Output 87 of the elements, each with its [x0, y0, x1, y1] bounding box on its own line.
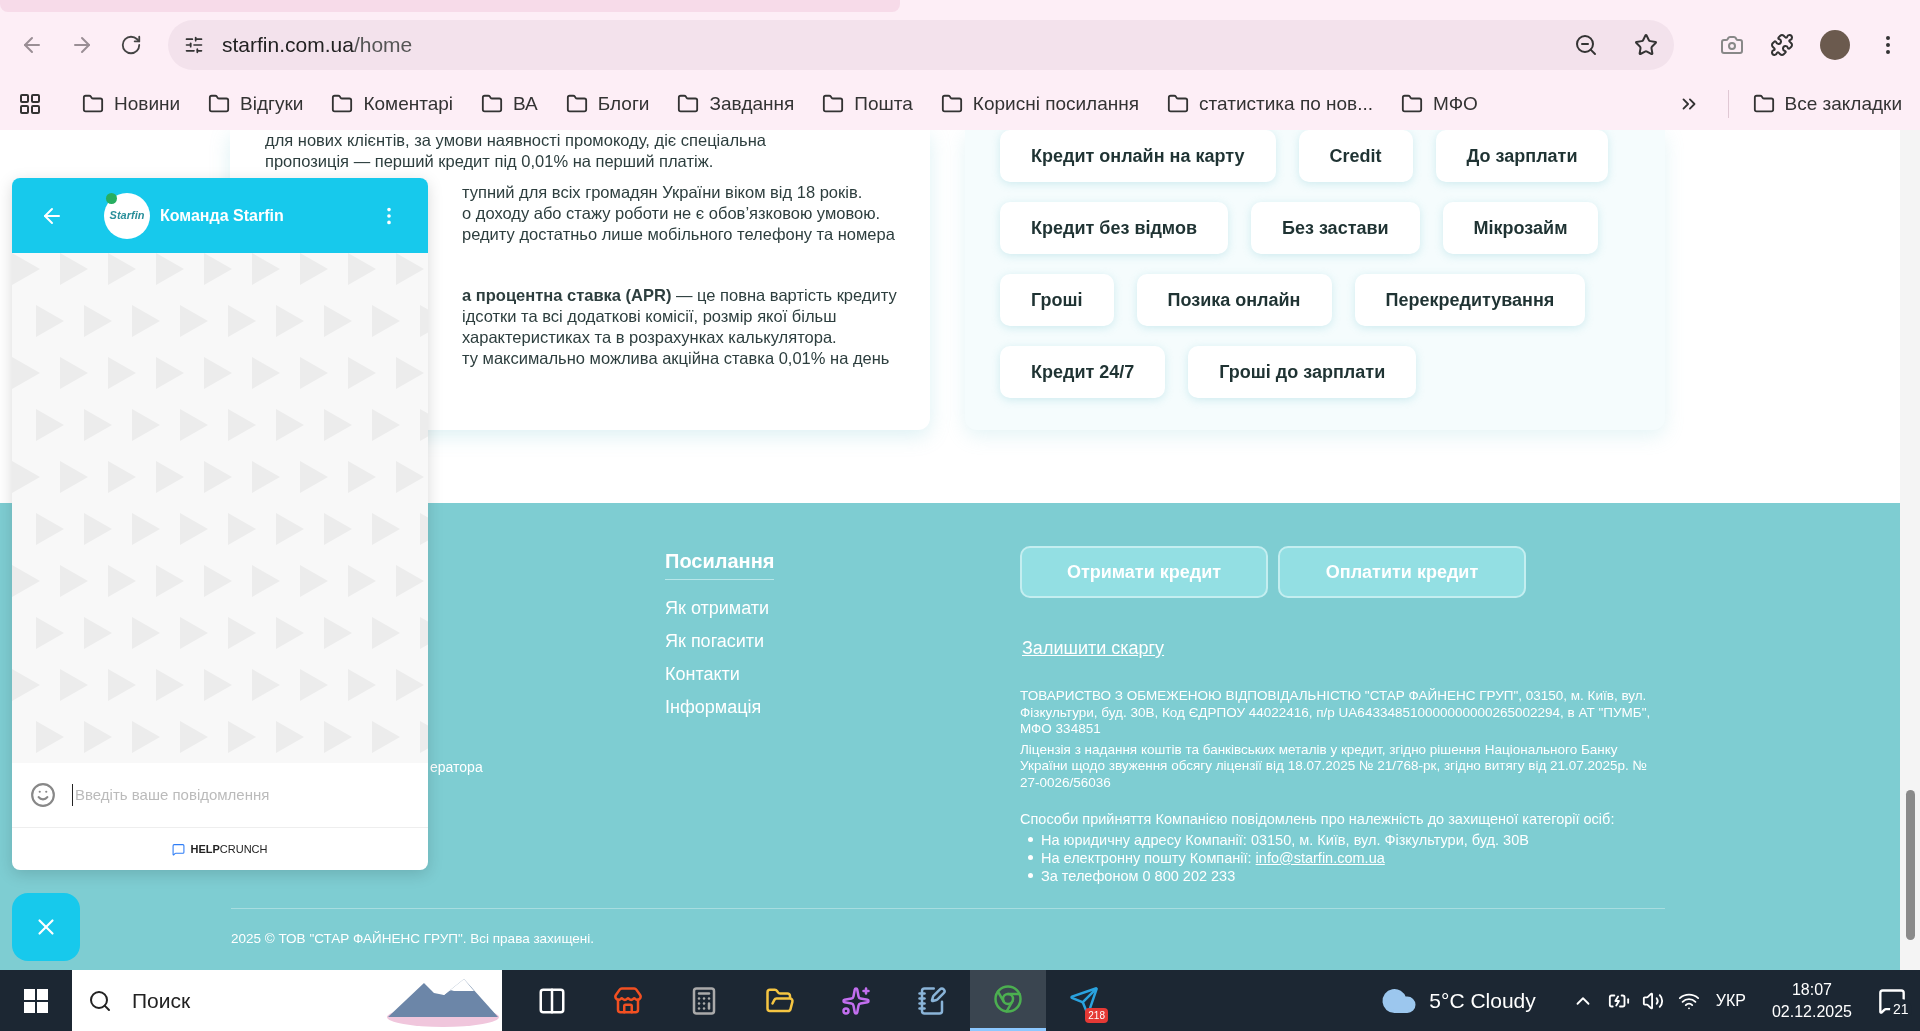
- bullet-icon: [1028, 873, 1033, 879]
- folder-icon: [1401, 93, 1424, 115]
- notification-badge: 218: [1085, 1008, 1108, 1023]
- footer-text: За телефоном 0 800 202 233: [1041, 866, 1236, 885]
- tag-chip[interactable]: До зарплати: [1435, 130, 1609, 182]
- tag-chip[interactable]: Без застави: [1251, 202, 1420, 254]
- windows-logo-icon: [24, 988, 48, 1013]
- address-bar[interactable]: starfin.com.ua/home: [168, 20, 1674, 70]
- all-bookmarks[interactable]: Все закладки: [1727, 89, 1902, 119]
- avatar-logo-text: Starfin: [109, 208, 145, 224]
- profile-avatar[interactable]: [1820, 30, 1850, 60]
- tag-chip[interactable]: Позика онлайн: [1136, 274, 1332, 326]
- url-text: starfin.com.ua/home: [222, 32, 413, 59]
- folder-icon: [82, 93, 104, 115]
- bullet-icon: [1028, 837, 1033, 843]
- paragraph-line: пропозиція — перший кредит під 0,01% на перший платіж.: [265, 151, 715, 172]
- bookmark-folder[interactable]: МФО: [1401, 89, 1478, 119]
- clock-time[interactable]: 18:07: [1791, 978, 1832, 1001]
- site-settings-icon[interactable]: [184, 35, 204, 55]
- search-placeholder: Поиск: [132, 987, 191, 1014]
- bullet-icon: [1028, 855, 1033, 861]
- powered-by-text: HELPCRUNCH: [190, 841, 268, 857]
- paragraph-line: редиту достатньо лише мобільного телефону та номера: [462, 224, 895, 245]
- folder-icon: [940, 93, 963, 115]
- helpcrunch-logo-icon: [172, 842, 186, 856]
- scrollbar[interactable]: [1900, 130, 1920, 970]
- taskbar-search[interactable]: Поиск: [72, 970, 502, 1031]
- chat-title: Команда Starfin: [160, 205, 284, 226]
- legal-text: Ліцензія з надання коштів та банківських металів у кредит, згідно рішення Національного Банку України щодо звуження обсягу ліцензії від 18.07.2025 № 21/768-рк, згідно витягу від 21.07.2025р. № 27-0026/56036: [1020, 741, 1649, 791]
- extensions-icon[interactable]: [1770, 33, 1794, 57]
- folder-icon: [1752, 93, 1775, 115]
- paragraph-line: для нових клієнтів, за умови наявності промокоду, діє спеціальна: [265, 130, 767, 151]
- apps-icon[interactable]: [18, 92, 42, 116]
- reload-icon[interactable]: [120, 34, 142, 56]
- footer-text: На юридичну адресу Компанії: 03150, м. Київ, вул. Фізкультури, буд. 30В: [1041, 830, 1529, 849]
- language-indicator[interactable]: УКР: [1715, 988, 1746, 1013]
- folder-icon: [208, 93, 231, 115]
- bookmark-folder[interactable]: Блоги: [565, 89, 650, 119]
- clock-date[interactable]: 02.12.2025: [1771, 1000, 1852, 1023]
- emoji-icon[interactable]: [30, 782, 56, 808]
- bookmark-folder[interactable]: Новини: [82, 89, 181, 119]
- tag-chip[interactable]: Перекредитування: [1354, 274, 1586, 326]
- paragraph-line: о доходу або стажу роботи не є обов’язковою умовою.: [462, 203, 882, 224]
- scrollbar-thumb[interactable]: [1905, 790, 1915, 940]
- notepad-icon: [917, 985, 947, 1016]
- camera-icon[interactable]: [1720, 33, 1744, 57]
- footer-text: На електронну пошту Компанії: info@starfin.com.ua: [1041, 848, 1385, 867]
- tag-chip[interactable]: Гроші: [1000, 274, 1114, 326]
- tag-chip[interactable]: Credit: [1298, 130, 1413, 182]
- tag-chip[interactable]: Мікрозайм: [1442, 202, 1599, 254]
- paragraph-line: а процентна ставка (APR) — це повна вартість кредиту: [462, 285, 895, 306]
- paragraph-line: тупний для всіх громадян України віком від 18 років.: [462, 182, 864, 203]
- paragraph-line: характеристиках та в розрахунках калькулятора.: [462, 327, 838, 348]
- tag-chip[interactable]: Кредит 24/7: [1000, 346, 1166, 398]
- browser-icon: [993, 984, 1023, 1014]
- bookmark-star-icon[interactable]: [1634, 33, 1658, 57]
- store-icon: [613, 985, 643, 1016]
- legal-text: ТОВАРИСТВО З ОБМЕЖЕНОЮ ВІДПОВІДАЛЬНІСТЮ "СТАР ФАЙНЕНС ГРУП", 03150, м. Київ, вул. Фізкультури, буд. 30В, Код ЄДРПОУ 44022416, п/р UA643348510000000000265002294, в АТ "ПУМБ", МФО 334851: [1020, 688, 1652, 738]
- bookmark-folder[interactable]: Корисні посилання: [940, 89, 1140, 119]
- bookmark-folder[interactable]: Коментарі: [331, 89, 454, 119]
- notifications-icon[interactable]: [1878, 986, 1906, 1015]
- zoom-icon[interactable]: [1574, 33, 1598, 57]
- folder-icon: [822, 93, 845, 115]
- sparkle-icon: [841, 985, 871, 1016]
- footer-text: Способи прийняття Компанією повідомлень про належність до захищеної категорії осіб:: [1020, 810, 1616, 829]
- tag-chip[interactable]: Кредит онлайн на карту: [1000, 130, 1276, 182]
- weather-text[interactable]: 5°C Cloudy: [1429, 984, 1536, 1017]
- paragraph-line: ідсотки та всі додаткові комісії, розмір якої більш: [462, 306, 838, 327]
- folder-icon: [565, 93, 588, 115]
- footer-heading: Посилання: [665, 546, 775, 580]
- bookmark-folder[interactable]: Пошта: [822, 89, 913, 119]
- search-icon: [88, 988, 112, 1013]
- tag-chip[interactable]: Гроші до зарплати: [1188, 346, 1417, 398]
- footer-text: ератора: [430, 759, 483, 775]
- bookmark-folder[interactable]: Відгуки: [208, 89, 304, 119]
- paragraph-line: ту максимально можлива акційна ставка 0,01% на день: [462, 348, 891, 369]
- tag-chip[interactable]: Кредит без відмов: [1000, 202, 1228, 254]
- copyright-text: 2025 © ТОВ "СТАР ФАЙНЕНС ГРУП". Всі права захищені.: [231, 930, 595, 949]
- bookmark-folder[interactable]: статистика по нов...: [1167, 89, 1374, 119]
- bookmark-folder[interactable]: ВА: [481, 89, 538, 119]
- folder-icon: [1167, 93, 1190, 115]
- folder-icon: [331, 93, 354, 115]
- bookmark-folder[interactable]: Завдання: [677, 89, 795, 119]
- folder-icon: [677, 93, 700, 115]
- message-input[interactable]: Введіть ваше повідомлення: [72, 783, 410, 807]
- folder-icon: [481, 93, 504, 115]
- taskbar-app[interactable]: 218: [1046, 970, 1122, 1031]
